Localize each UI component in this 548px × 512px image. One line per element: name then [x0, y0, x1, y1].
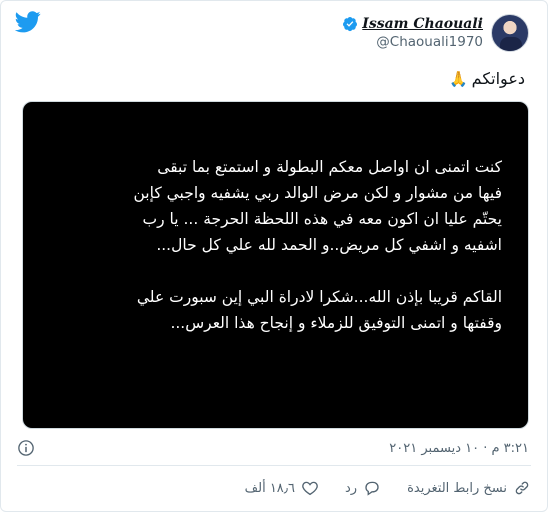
author-name-row: Issam Chaouali	[342, 16, 483, 32]
media-line: اشفيه و اشفي كل مريض..و الحمد لله علي كل…	[156, 236, 502, 254]
tweet-card: Issam Chaouali @Chaouali1970 دعواتكم 🙏 ك…	[0, 0, 548, 512]
tweet-body: دعواتكم	[471, 69, 525, 88]
media-text: كنت اتمنى ان اواصل معكم البطولة و استمتع…	[42, 154, 503, 336]
reply-label: رد	[345, 480, 358, 496]
tweet-text: دعواتكم 🙏	[449, 69, 525, 88]
tweet-timestamp[interactable]: ٣:٢١ م · ١٠ ديسمبر ٢٠٢١	[389, 441, 529, 456]
like-count: ١٨٫٦ ألف	[244, 480, 295, 496]
heart-icon	[302, 481, 318, 496]
media-line: القاكم قريبا بإذن الله...شكرا لادراة الب…	[136, 288, 502, 306]
twitter-bird-icon[interactable]	[15, 11, 41, 33]
media-line: كنت اتمنى ان اواصل معكم البطولة و استمتع…	[157, 158, 502, 176]
link-icon	[515, 481, 529, 495]
media-line: يحتّم عليا ان اكون معه في هذه اللحظة الح…	[142, 210, 502, 228]
tweet-media-image[interactable]: كنت اتمنى ان اواصل معكم البطولة و استمتع…	[22, 101, 529, 429]
reply-bubble-icon	[365, 481, 379, 496]
divider	[17, 465, 531, 466]
copy-link-label: نسخ رابط التغريدة	[407, 480, 507, 496]
verified-badge-icon	[343, 17, 358, 32]
media-spacer	[42, 258, 502, 284]
tweet-actions: ١٨٫٦ ألف رد نسخ رابط التغريدة	[245, 476, 531, 500]
media-line: فيها من مشوار و لكن مرض الوالد ربي يشفيه…	[133, 184, 503, 202]
author-handle[interactable]: @Chaouali1970	[376, 34, 483, 50]
author-text: Issam Chaouali @Chaouali1970	[342, 16, 483, 50]
author-display-name[interactable]: Issam Chaouali	[362, 16, 483, 32]
copy-link-button[interactable]: نسخ رابط التغريدة	[407, 479, 531, 497]
reply-button[interactable]: رد	[345, 479, 381, 497]
media-line: وقفتها و اتمنى التوفيق للزملاء و إنجاح ه…	[170, 314, 502, 332]
avatar[interactable]	[491, 14, 529, 52]
like-button[interactable]: ١٨٫٦ ألف	[245, 479, 319, 497]
tweet-author[interactable]: Issam Chaouali @Chaouali1970	[342, 11, 529, 55]
info-icon[interactable]	[17, 439, 35, 457]
folded-hands-icon: 🙏	[448, 69, 468, 88]
tweet-meta: ٣:٢١ م · ١٠ ديسمبر ٢٠٢١	[17, 437, 529, 459]
